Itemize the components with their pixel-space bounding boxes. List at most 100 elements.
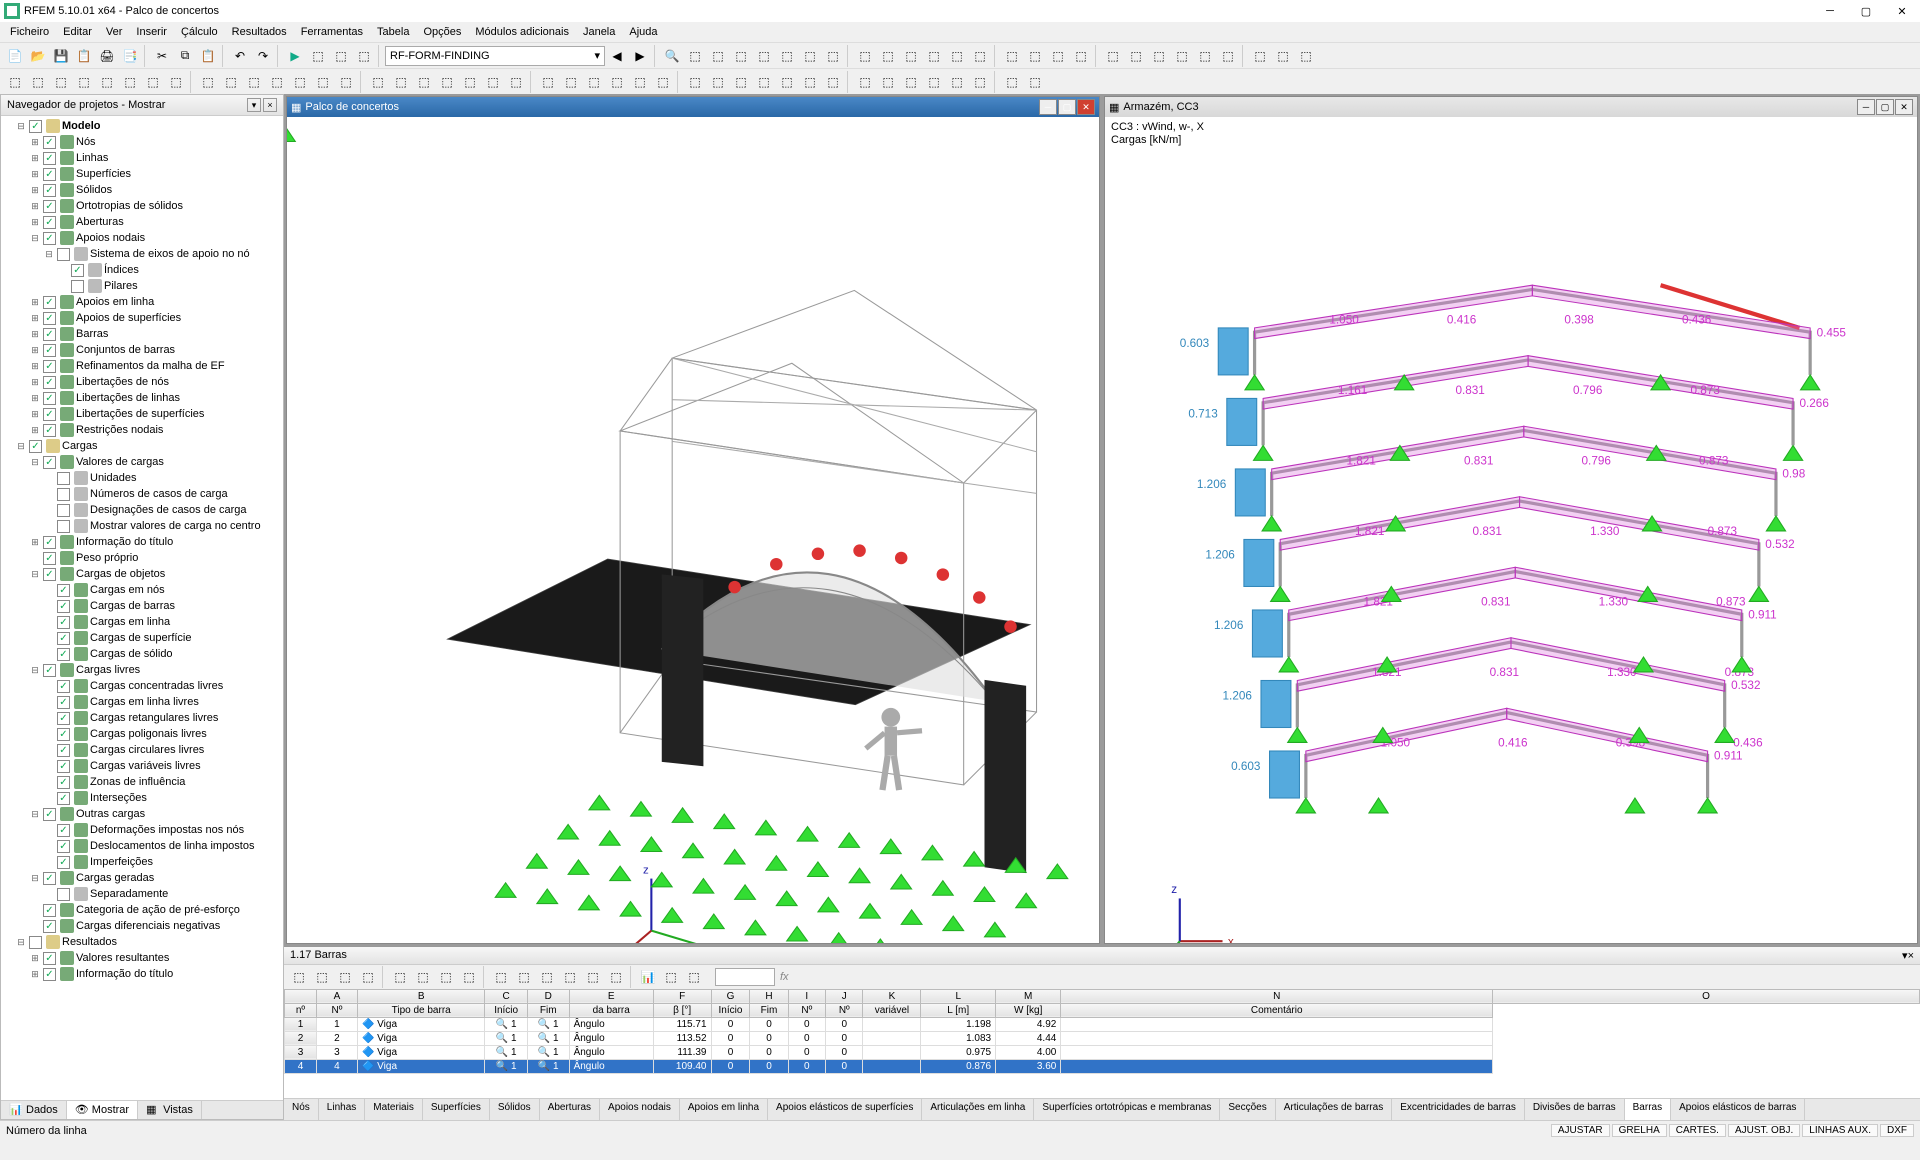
menu-ficheiro[interactable]: Ficheiro [4,24,55,40]
tb-d[interactable]: 🔍 [661,45,683,67]
tb-ad[interactable]: ⬚ [1295,45,1317,67]
tb-aa[interactable]: ⬚ [1217,45,1239,67]
menu-editar[interactable]: Editar [57,24,98,40]
tb-k[interactable]: ⬚ [822,45,844,67]
menu-resultados[interactable]: Resultados [226,24,293,40]
copy-icon[interactable]: ⧉ [174,45,196,67]
tree-checkbox[interactable]: ✓ [43,568,56,581]
tree-checkbox[interactable]: ✓ [43,552,56,565]
tb-u[interactable]: ⬚ [1070,45,1092,67]
tree-node[interactable]: ✓Cargas de sólido [1,646,283,662]
tb2-m[interactable]: ⬚ [289,71,311,93]
redo-icon[interactable]: ↷ [252,45,274,67]
tt-h[interactable]: ⬚ [458,966,480,988]
tb-h[interactable]: ⬚ [753,45,775,67]
table-tab[interactable]: Superfícies ortotrópicas e membranas [1034,1099,1220,1120]
doc-close-icon[interactable]: ✕ [1895,99,1913,115]
tb-z[interactable]: ⬚ [1194,45,1216,67]
close-button[interactable]: ✕ [1888,5,1916,18]
tree-checkbox[interactable]: ✓ [29,120,42,133]
tree-node[interactable]: ✓Peso próprio [1,550,283,566]
table-tab[interactable]: Materiais [365,1099,423,1120]
tree-node[interactable]: ✓Cargas concentradas livres [1,678,283,694]
tree-checkbox[interactable]: ✓ [43,168,56,181]
navigator-tree[interactable]: ⊟✓Modelo⊞✓Nós⊞✓Linhas⊞✓Superfícies⊞✓Sóli… [1,116,283,1100]
tb2-al[interactable]: ⬚ [900,71,922,93]
tree-checkbox[interactable]: ✓ [57,728,70,741]
tree-node[interactable]: ⊟✓Apoios nodais [1,230,283,246]
tree-checkbox[interactable] [57,504,70,517]
tree-checkbox[interactable]: ✓ [43,232,56,245]
table-tab[interactable]: Nós [284,1099,319,1120]
tb2-ae[interactable]: ⬚ [730,71,752,93]
tree-checkbox[interactable]: ✓ [43,424,56,437]
tree-node[interactable]: ✓Cargas em linha [1,614,283,630]
tree-node[interactable]: ✓Índices [1,262,283,278]
tb2-y[interactable]: ⬚ [583,71,605,93]
tb2-am[interactable]: ⬚ [923,71,945,93]
tt-g[interactable]: ⬚ [435,966,457,988]
tree-checkbox[interactable]: ✓ [57,824,70,837]
tt-f[interactable]: ⬚ [412,966,434,988]
table-tab[interactable]: Articulações em linha [922,1099,1034,1120]
tt-a[interactable]: ⬚ [288,966,310,988]
tree-checkbox[interactable]: ✓ [57,584,70,597]
tree-node[interactable]: ⊞✓Superfícies [1,166,283,182]
tree-checkbox[interactable]: ✓ [71,264,84,277]
tb-n[interactable]: ⬚ [900,45,922,67]
tree-checkbox[interactable]: ✓ [43,808,56,821]
tb2-n[interactable]: ⬚ [312,71,334,93]
tree-node[interactable]: ⊞✓Ortotropias de sólidos [1,198,283,214]
tree-node[interactable]: ⊟Sistema de eixos de apoio no nó [1,246,283,262]
loadcase-combo[interactable]: RF-FORM-FINDING▾ [385,46,605,66]
tree-node[interactable]: ⊞✓Sólidos [1,182,283,198]
tb2-d[interactable]: ⬚ [73,71,95,93]
tb2-ad[interactable]: ⬚ [707,71,729,93]
tree-checkbox[interactable] [57,472,70,485]
tb2-z[interactable]: ⬚ [606,71,628,93]
tab-mostrar[interactable]: 👁Mostrar [67,1101,138,1119]
doc-max-icon[interactable]: ▢ [1876,99,1894,115]
tb2-j[interactable]: ⬚ [220,71,242,93]
tree-checkbox[interactable]: ✓ [57,648,70,661]
tree-checkbox[interactable]: ✓ [57,856,70,869]
tree-node[interactable]: ⊟✓Cargas [1,438,283,454]
tree-node[interactable]: ✓Cargas variáveis livres [1,758,283,774]
tree-node[interactable]: ✓Cargas circulares livres [1,742,283,758]
tt-l[interactable]: ⬚ [559,966,581,988]
doc-min-icon[interactable]: ─ [1857,99,1875,115]
tree-node[interactable]: ✓Deformações impostas nos nós [1,822,283,838]
tree-checkbox[interactable]: ✓ [57,792,70,805]
tree-node[interactable]: ⊞✓Informação do título [1,534,283,550]
tree-node[interactable]: ⊟✓Cargas de objetos [1,566,283,582]
tree-node[interactable]: ✓Imperfeições [1,854,283,870]
tree-node[interactable]: ⊞✓Informação do título [1,966,283,982]
tree-checkbox[interactable]: ✓ [43,904,56,917]
tree-node[interactable]: ✓Interseções [1,790,283,806]
tree-checkbox[interactable] [29,936,42,949]
tb2-k[interactable]: ⬚ [243,71,265,93]
table-tab[interactable]: Apoios elásticos de superfícies [768,1099,922,1120]
tree-checkbox[interactable]: ✓ [43,184,56,197]
panel-close-icon[interactable]: × [1908,950,1914,962]
tb2-aa[interactable]: ⬚ [629,71,651,93]
tree-checkbox[interactable]: ✓ [43,216,56,229]
tree-node[interactable]: ⊟✓Outras cargas [1,806,283,822]
tt-c[interactable]: ⬚ [334,966,356,988]
tt-d[interactable]: ⬚ [357,966,379,988]
tree-checkbox[interactable]: ✓ [43,328,56,341]
tree-node[interactable]: ⊞✓Refinamentos da malha de EF [1,358,283,374]
tree-checkbox[interactable]: ✓ [57,696,70,709]
table-tab[interactable]: Excentricidades de barras [1392,1099,1525,1120]
table-tab[interactable]: Apoios elásticos de barras [1671,1099,1805,1120]
tree-checkbox[interactable] [57,248,70,261]
tb-c[interactable]: ⬚ [353,45,375,67]
viewport-palco[interactable]: z y x [287,117,1099,943]
tb2-aj[interactable]: ⬚ [854,71,876,93]
tt-p[interactable]: ⬚ [660,966,682,988]
tt-o[interactable]: 📊 [637,966,659,988]
go-icon[interactable]: ▶ [284,45,306,67]
print-icon[interactable]: 🖨 [96,45,118,67]
tree-node[interactable]: ⊞✓Libertações de linhas [1,390,283,406]
nav-close-icon[interactable]: × [263,98,277,112]
